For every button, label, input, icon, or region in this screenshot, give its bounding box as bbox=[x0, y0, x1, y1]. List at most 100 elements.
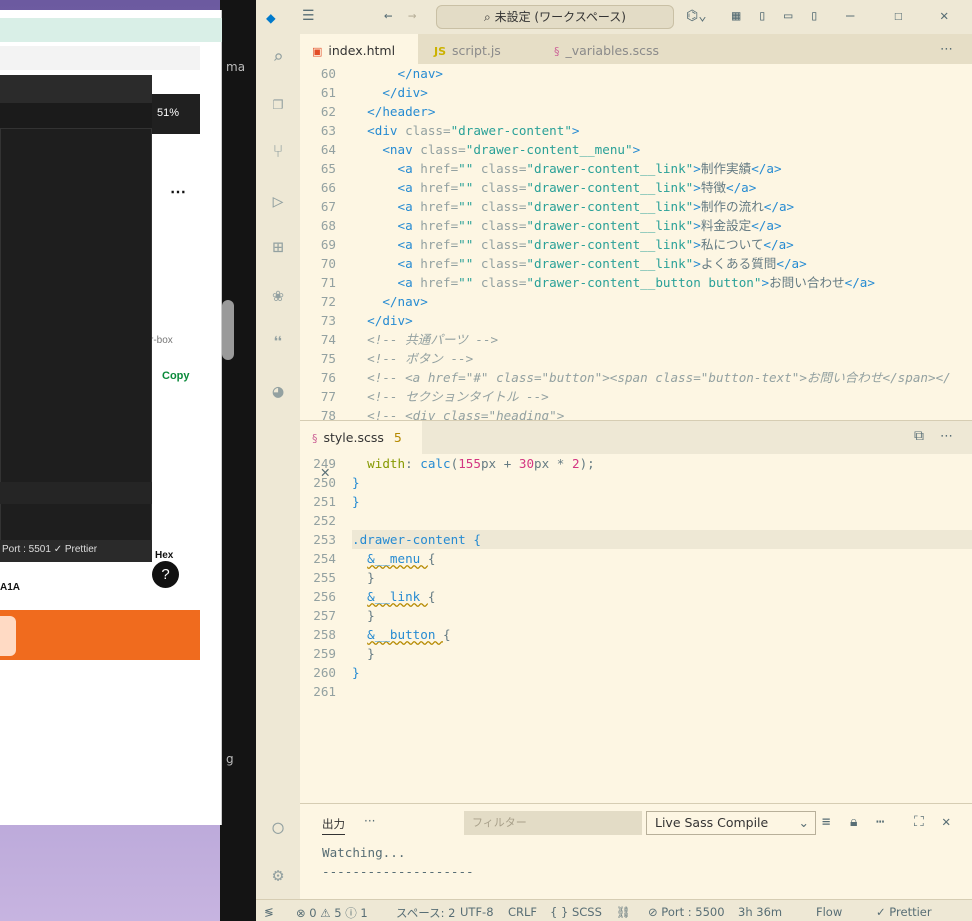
line-number: 77 bbox=[320, 389, 336, 404]
toggle-panel-icon[interactable]: ▭ bbox=[784, 8, 792, 24]
code-line[interactable]: 61 </div> bbox=[300, 83, 972, 102]
code-line[interactable]: 76 <!-- <a href="#" class="button"><span… bbox=[300, 368, 972, 387]
tab-index-html[interactable]: ▣ index.html bbox=[300, 34, 418, 68]
html-editor[interactable]: 60 </nav> 61 </div> 62 </header> 63 <div cl… bbox=[300, 64, 972, 420]
line-number: 251 bbox=[313, 494, 336, 509]
run-debug-icon[interactable]: ▷ bbox=[266, 190, 290, 214]
extensions-icon[interactable]: ⊞ bbox=[266, 236, 290, 260]
indent-indicator[interactable]: スペース: 2 bbox=[396, 905, 455, 921]
output-filter-input[interactable]: フィルター bbox=[464, 811, 642, 835]
maximize-icon[interactable]: ☐ bbox=[894, 8, 902, 24]
code-line[interactable]: 258 &__button { bbox=[300, 625, 972, 644]
panel-more-actions-icon[interactable]: ⋯ bbox=[876, 814, 884, 830]
clear-output-icon[interactable]: ≡ bbox=[822, 814, 830, 830]
panel-more-icon[interactable]: ··· bbox=[364, 814, 375, 828]
trash-icon[interactable] bbox=[0, 616, 16, 656]
line-content: </header> bbox=[367, 104, 436, 119]
forward-arrow-icon[interactable]: → bbox=[408, 8, 416, 24]
zoom-level[interactable]: 51% bbox=[152, 94, 200, 134]
minimize-icon[interactable]: — bbox=[846, 8, 854, 24]
code-line[interactable]: 78 <!-- <div class="heading"> bbox=[300, 406, 972, 420]
menu-icon[interactable]: ☰ bbox=[302, 8, 315, 24]
command-center[interactable]: ⌕ 未設定 (ワークスペース) bbox=[436, 5, 674, 29]
eol-indicator[interactable]: CRLF bbox=[508, 905, 537, 919]
code-line[interactable]: 261 bbox=[300, 682, 972, 701]
code-line[interactable]: 75 <!-- ボタン --> bbox=[300, 349, 972, 368]
flow-indicator[interactable]: Flow bbox=[816, 905, 842, 919]
remote-indicator[interactable]: ≶ bbox=[264, 905, 274, 919]
close-icon[interactable]: ✕ bbox=[940, 8, 948, 24]
code-line[interactable]: 254 &__menu { bbox=[300, 549, 972, 568]
chat-icon[interactable]: ◕ bbox=[266, 380, 290, 404]
quote-icon[interactable]: ❝ bbox=[266, 332, 290, 356]
maximize-panel-icon[interactable]: ⛶ bbox=[914, 814, 924, 830]
toggle-sidebar-icon[interactable]: ▯ bbox=[758, 8, 766, 24]
close-panel-icon[interactable]: ✕ bbox=[942, 814, 950, 830]
more-actions-icon[interactable]: ⋯ bbox=[940, 429, 953, 444]
code-line[interactable]: 65 <a href="" class="drawer-content__lin… bbox=[300, 159, 972, 178]
code-line[interactable]: 255 } bbox=[300, 568, 972, 587]
back-arrow-icon[interactable]: ← bbox=[384, 8, 392, 24]
layout-icon[interactable]: ▦ bbox=[732, 8, 740, 24]
settings-gear-icon[interactable]: ⚙ bbox=[266, 864, 290, 888]
code-line[interactable]: 249 width: calc(155px + 30px * 2); bbox=[300, 454, 972, 473]
live-server-port[interactable]: ⊘ Port : 5500 bbox=[648, 905, 725, 919]
lock-scroll-icon[interactable]: 🔒︎ bbox=[850, 814, 857, 830]
tab-style-scss[interactable]: § style.scss 5 ✕ bbox=[300, 421, 422, 480]
tab-variables-scss[interactable]: § _variables.scss bbox=[542, 34, 692, 68]
time-tracker[interactable]: 3h 36m bbox=[738, 905, 782, 919]
browser-scrollbar[interactable] bbox=[222, 300, 234, 360]
code-line[interactable]: 66 <a href="" class="drawer-content__lin… bbox=[300, 178, 972, 197]
line-number: 67 bbox=[320, 199, 336, 214]
source-control-icon[interactable]: ⑂ bbox=[266, 140, 290, 164]
line-number: 68 bbox=[320, 218, 336, 233]
code-line[interactable]: 62 </header> bbox=[300, 102, 972, 121]
code-line[interactable]: 71 <a href="" class="drawer-content__but… bbox=[300, 273, 972, 292]
line-number: 250 bbox=[313, 475, 336, 490]
code-line[interactable]: 251} bbox=[300, 492, 972, 511]
toggle-secondary-sidebar-icon[interactable]: ▯ bbox=[810, 8, 818, 24]
code-line[interactable]: 259 } bbox=[300, 644, 972, 663]
code-line[interactable]: 257 } bbox=[300, 606, 972, 625]
output-channel-select[interactable]: Live Sass Compile ⌄ bbox=[646, 811, 816, 835]
code-line[interactable]: 67 <a href="" class="drawer-content__lin… bbox=[300, 197, 972, 216]
tab-script-js[interactable]: JS script.js bbox=[422, 34, 536, 68]
code-line[interactable]: 260} bbox=[300, 663, 972, 682]
copy-button[interactable]: Copy bbox=[162, 370, 190, 382]
line-number: 256 bbox=[313, 589, 336, 604]
code-line[interactable]: 72 </nav> bbox=[300, 292, 972, 311]
paw-icon[interactable]: ❀ bbox=[266, 284, 290, 308]
code-line[interactable]: 250} bbox=[300, 473, 972, 492]
copilot-icon[interactable]: ⌬⌄ bbox=[686, 8, 707, 24]
code-line[interactable]: 253 .drawer-content { bbox=[300, 530, 972, 549]
encoding-indicator[interactable]: UTF-8 bbox=[460, 905, 494, 919]
problems-indicator[interactable]: ⊗ 0 ⚠ 5 ⓘ 1 bbox=[296, 905, 368, 921]
hex-select[interactable]: Hex bbox=[155, 550, 173, 561]
browser-address-bar[interactable] bbox=[0, 46, 200, 70]
code-line[interactable]: 60 </nav> bbox=[300, 64, 972, 83]
code-line[interactable]: 252 bbox=[300, 511, 972, 530]
code-line[interactable]: 70 <a href="" class="drawer-content__lin… bbox=[300, 254, 972, 273]
more-icon[interactable]: ⋯ bbox=[170, 182, 186, 202]
code-line[interactable]: 68 <a href="" class="drawer-content__lin… bbox=[300, 216, 972, 235]
help-button[interactable]: ? bbox=[152, 561, 179, 588]
code-line[interactable]: 256 &__link { bbox=[300, 587, 972, 606]
scss-editor[interactable]: 249 width: calc(155px + 30px * 2); 250} 25… bbox=[300, 454, 972, 803]
code-line[interactable]: 77 <!-- セクションタイトル --> bbox=[300, 387, 972, 406]
code-line[interactable]: 73 </div> bbox=[300, 311, 972, 330]
code-line[interactable]: 64 <nav class="drawer-content__menu"> bbox=[300, 140, 972, 159]
live-share-icon[interactable]: ⛓ bbox=[616, 905, 631, 919]
line-number: 61 bbox=[320, 85, 336, 100]
explorer-search-icon[interactable]: ⌕ bbox=[266, 46, 290, 70]
prettier-indicator[interactable]: ✓ Prettier bbox=[876, 905, 932, 919]
code-line[interactable]: 69 <a href="" class="drawer-content__lin… bbox=[300, 235, 972, 254]
code-line[interactable]: 74 <!-- 共通パーツ --> bbox=[300, 330, 972, 349]
tab-output[interactable]: 出力 bbox=[322, 816, 345, 835]
split-editor-icon[interactable]: ⧉ bbox=[914, 428, 924, 444]
explorer-icon[interactable]: ❐ bbox=[266, 92, 290, 116]
vscode-logo-icon: ◆ bbox=[266, 8, 276, 27]
code-line[interactable]: 63 <div class="drawer-content"> bbox=[300, 121, 972, 140]
account-icon[interactable]: ◯ bbox=[266, 816, 290, 840]
language-indicator[interactable]: { } SCSS bbox=[550, 905, 602, 919]
more-actions-icon[interactable]: ⋯ bbox=[940, 42, 953, 57]
